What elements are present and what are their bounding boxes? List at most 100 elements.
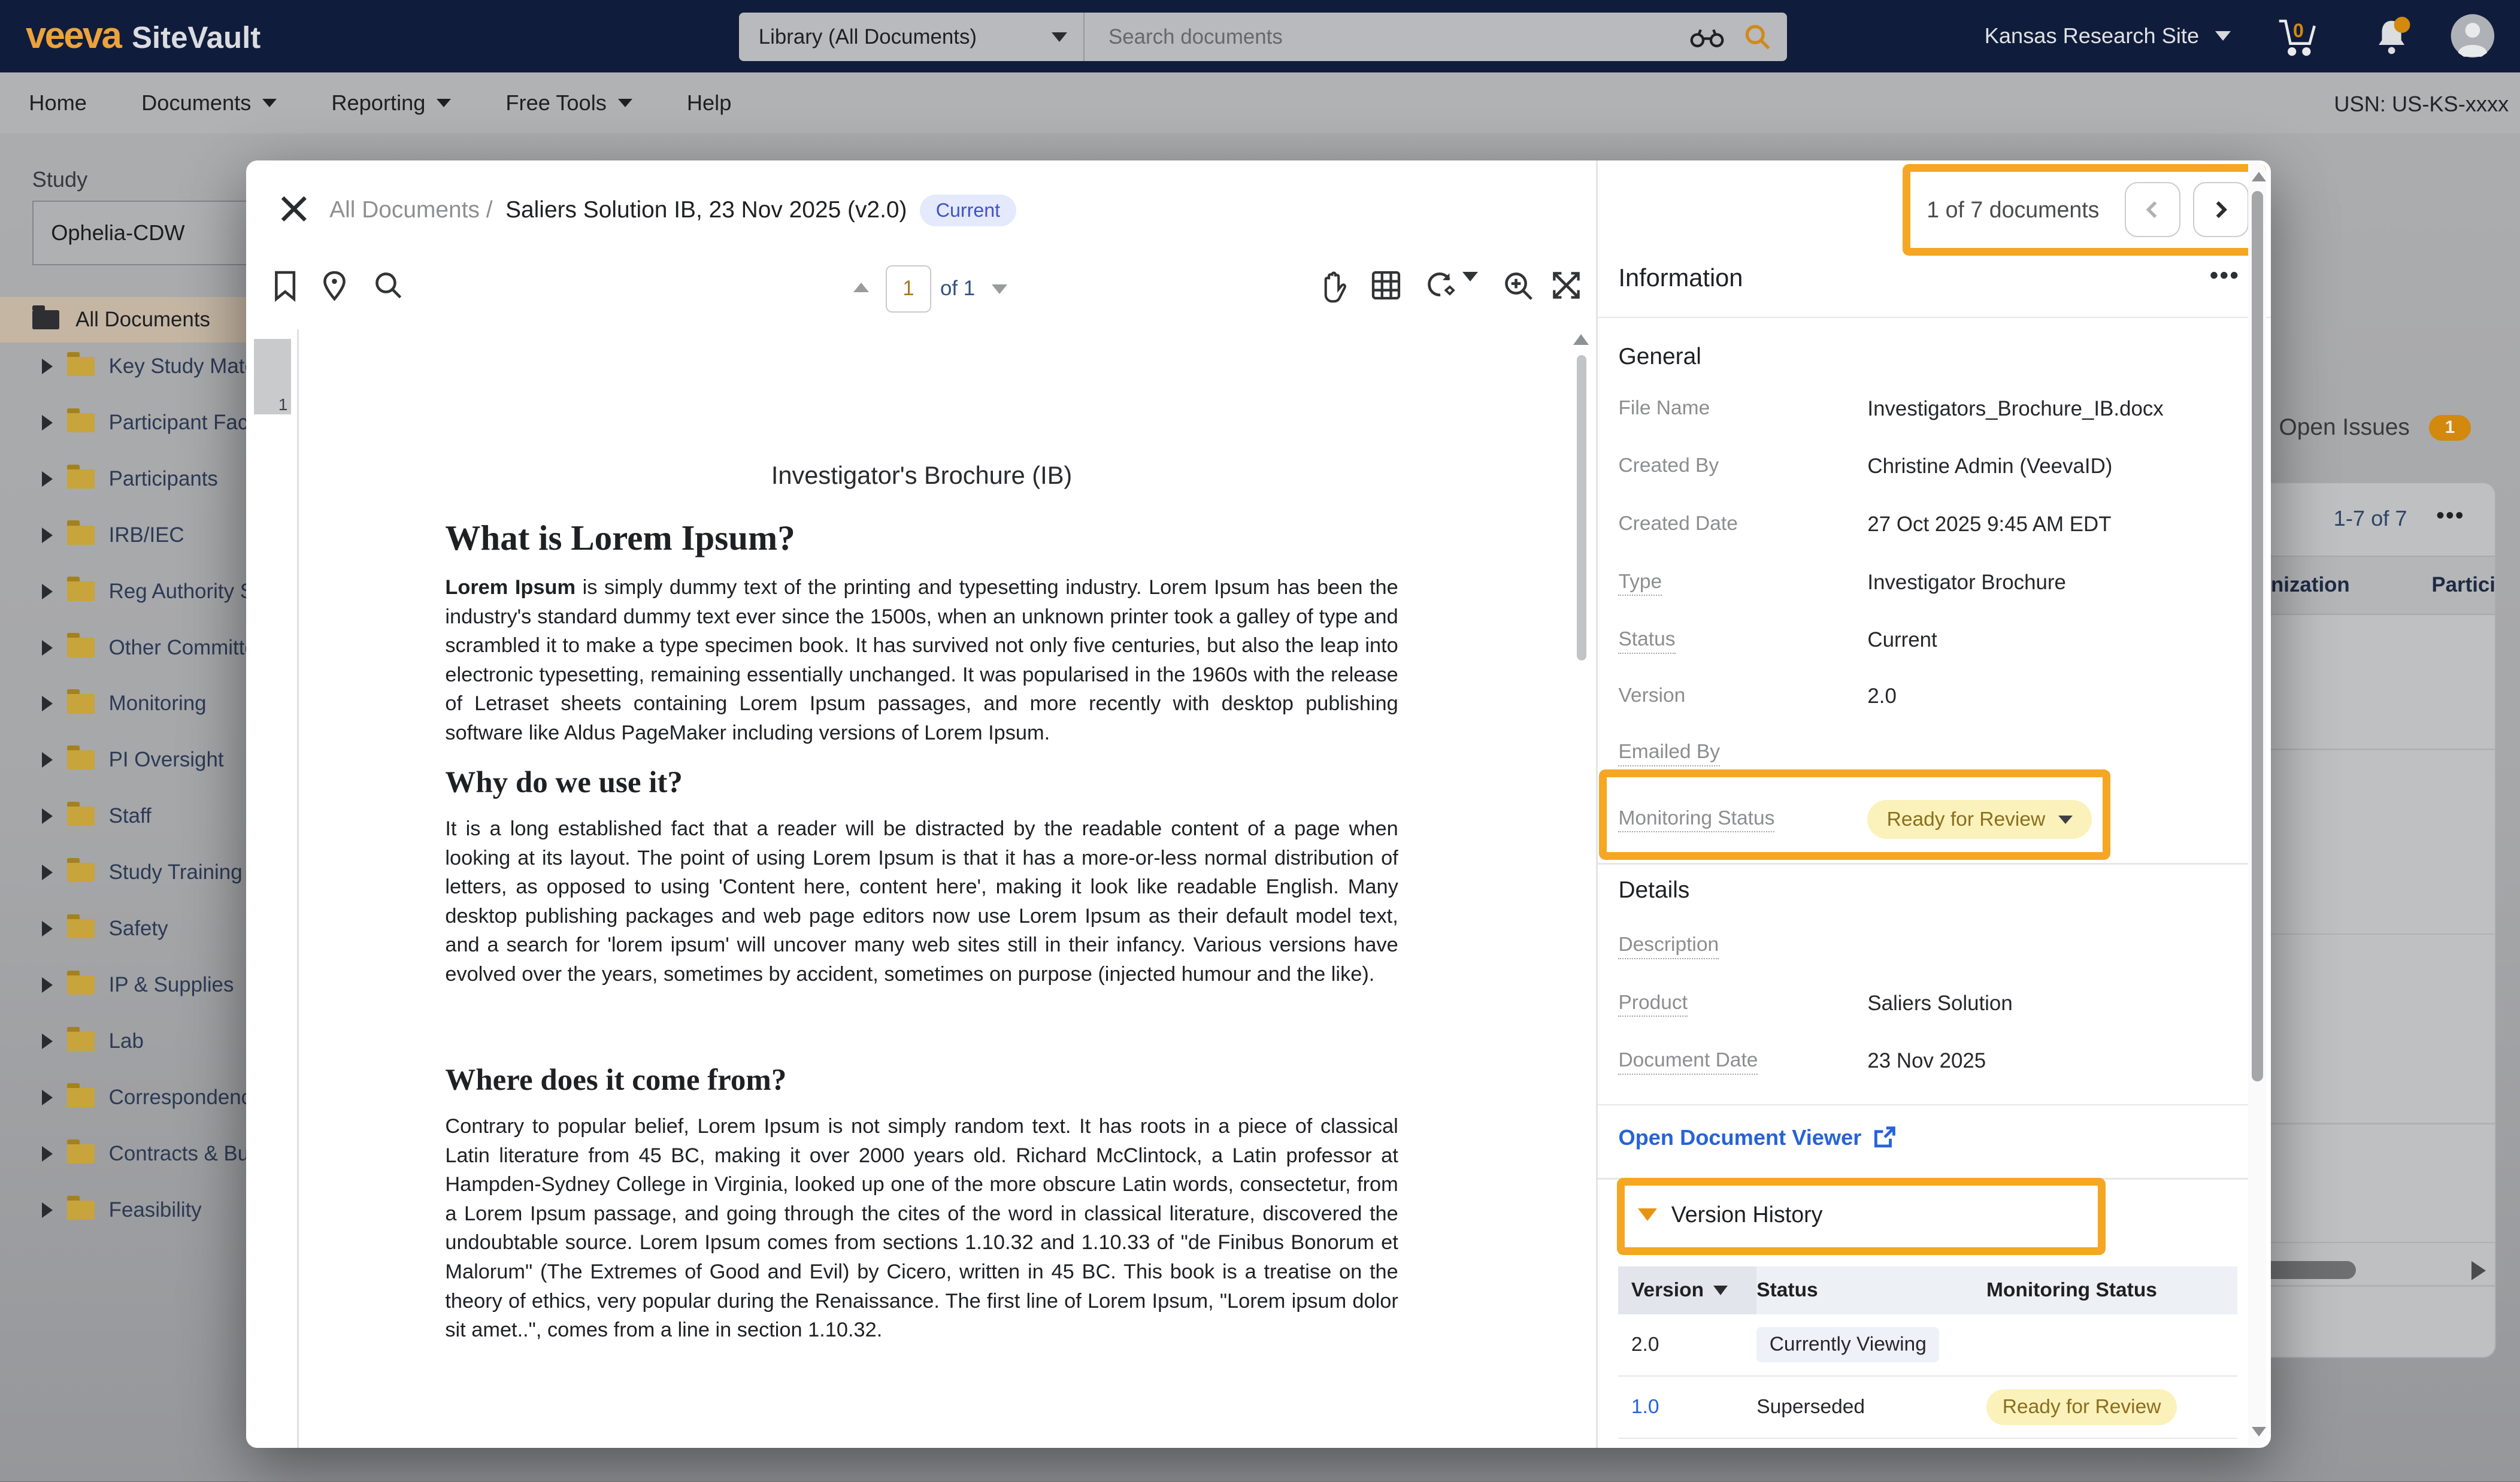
doc-scrollbar[interactable] (1577, 355, 1586, 660)
field-row: Created Date 27 Oct 2025 9:45 AM EDT (1618, 513, 2245, 537)
sidebar-folder-item[interactable]: Other Committees (0, 623, 246, 672)
field-row: Description (1618, 934, 2245, 959)
expand-caret-icon[interactable] (42, 1034, 53, 1049)
open-issues-count-badge: 1 (2429, 415, 2471, 441)
sidebar-folder-item[interactable]: Study Training (0, 848, 243, 897)
info-menu-ellipsis-icon[interactable]: ••• (2210, 262, 2240, 289)
sidebar-item-all-documents[interactable]: All Documents (0, 297, 246, 342)
nav-home[interactable]: Home (29, 90, 87, 116)
sidebar-folder-item[interactable]: Reg Authority Subm (0, 567, 246, 616)
expand-caret-icon[interactable] (42, 359, 53, 374)
cart-count: 0 (2293, 20, 2304, 41)
expand-caret-icon[interactable] (42, 471, 53, 487)
zoom-in-icon[interactable] (1503, 270, 1535, 302)
cart-icon[interactable]: 0 (2273, 11, 2321, 60)
field-label: Description (1618, 934, 1867, 959)
fullscreen-icon[interactable] (1551, 270, 1582, 301)
previous-page-icon[interactable] (853, 283, 869, 292)
expand-caret-icon[interactable] (42, 977, 53, 993)
doc-scroll-up-icon[interactable] (1573, 334, 1589, 345)
sidebar-folder-item[interactable]: Staff (0, 792, 152, 841)
page-thumbnail[interactable]: 1 (254, 339, 291, 414)
rotate-options-caret-icon[interactable] (1462, 281, 1478, 311)
expand-caret-icon[interactable] (42, 584, 53, 599)
expand-caret-icon[interactable] (42, 1146, 53, 1162)
rotate-icon[interactable] (1424, 270, 1456, 302)
scroll-down-icon[interactable] (2252, 1427, 2266, 1436)
thumbnail-grid-icon[interactable] (1371, 270, 1401, 301)
folder-label: Feasibility (109, 1198, 202, 1222)
sitevault-logo: SiteVault (132, 20, 261, 55)
nav-reporting[interactable]: Reporting (331, 90, 451, 116)
location-pin-icon[interactable] (322, 270, 347, 302)
sidebar-folder-item[interactable]: Monitoring (0, 680, 207, 728)
folder-label: IP & Supplies (109, 973, 234, 997)
sidebar-folder-item[interactable]: Correspondence (0, 1074, 246, 1122)
info-panel-scrollbar[interactable] (2248, 162, 2266, 1446)
ellipsis-icon[interactable]: ••• (2436, 502, 2465, 528)
expand-caret-icon[interactable] (42, 1090, 53, 1105)
sidebar-folder-item[interactable]: Lab (0, 1017, 144, 1066)
field-row: Document Date 23 Nov 2025 (1618, 1049, 2245, 1075)
field-value: Current (1867, 628, 1937, 654)
scrollbar-thumb[interactable] (2252, 191, 2263, 1081)
pagination-range-label: 1-7 of 7 (2334, 506, 2407, 531)
veeva-logo: veeva (26, 14, 120, 57)
sidebar-folder-item[interactable]: Participant Facing (0, 399, 246, 447)
binoculars-icon[interactable] (1689, 26, 1725, 49)
folder-icon (67, 1088, 95, 1107)
expand-caret-icon[interactable] (42, 415, 53, 431)
field-row: Version 2.0 (1618, 684, 2245, 708)
search-input[interactable] (1105, 23, 1689, 50)
sidebar-folder-item[interactable]: IP & Supplies (0, 961, 234, 1010)
next-page-icon[interactable] (992, 284, 1007, 294)
expand-caret-icon[interactable] (42, 528, 53, 543)
open-document-viewer-link[interactable]: Open Document Viewer (1618, 1125, 1897, 1150)
close-icon[interactable] (278, 193, 310, 225)
expand-caret-icon[interactable] (42, 921, 53, 937)
expand-caret-icon[interactable] (42, 1202, 53, 1218)
scroll-up-icon[interactable] (2252, 172, 2266, 181)
expand-caret-icon[interactable] (42, 640, 53, 656)
avatar[interactable] (2449, 13, 2496, 59)
notifications-bell-icon[interactable] (2369, 14, 2414, 59)
version-link[interactable]: 1.0 (1631, 1396, 1659, 1418)
column-status[interactable]: Status (1756, 1279, 1986, 1302)
sidebar-folder-item[interactable]: Key Study Materials (0, 343, 246, 391)
expand-caret-icon[interactable] (42, 696, 53, 711)
sidebar-folder-item[interactable]: Feasibility (0, 1186, 202, 1235)
nav-free-tools[interactable]: Free Tools (505, 90, 632, 116)
brand-logo[interactable]: veeva SiteVault (26, 14, 261, 57)
expand-caret-icon[interactable] (42, 808, 53, 824)
search-in-document-icon[interactable] (373, 270, 404, 301)
nav-help[interactable]: Help (687, 90, 732, 116)
column-monitoring-status[interactable]: Monitoring Status (1986, 1279, 2237, 1302)
expand-caret-icon[interactable] (42, 865, 53, 880)
next-document-button[interactable] (2193, 182, 2249, 238)
scroll-right-arrow-icon[interactable] (2471, 1261, 2486, 1280)
bookmark-icon[interactable] (273, 270, 297, 302)
sidebar-folder-item[interactable]: Contracts & Budg (0, 1130, 246, 1178)
site-selector[interactable]: Kansas Research Site (1985, 0, 2231, 72)
study-select[interactable]: Ophelia-CDW (32, 201, 274, 265)
previous-document-button[interactable] (2125, 182, 2180, 238)
field-label: File Name (1618, 397, 1867, 421)
chevron-down-icon (1052, 32, 1067, 42)
horizontal-scrollbar[interactable] (2257, 1261, 2356, 1279)
folder-label: Safety (109, 917, 168, 941)
column-version[interactable]: Version (1618, 1266, 1756, 1315)
open-document-viewer-label: Open Document Viewer (1618, 1125, 1861, 1150)
sidebar-folder-item[interactable]: Participants (0, 454, 218, 503)
breadcrumb-all-documents[interactable]: All Documents / (329, 197, 492, 223)
sidebar-folder-item[interactable]: PI Oversight (0, 736, 224, 784)
search-icon[interactable] (1744, 23, 1771, 51)
expand-caret-icon[interactable] (42, 752, 53, 768)
page-number-input[interactable]: 1 (886, 265, 931, 313)
folder-label: Lab (109, 1029, 144, 1053)
sidebar-folder-item[interactable]: Safety (0, 905, 168, 953)
nav-documents[interactable]: Documents (141, 90, 277, 116)
library-scope-dropdown[interactable]: Library (All Documents) (739, 13, 1084, 61)
pan-hand-icon[interactable] (1319, 270, 1350, 304)
sidebar-folder-item[interactable]: IRB/IEC (0, 511, 184, 559)
document-viewer-modal: All Documents / Saliers Solution IB, 23 … (246, 160, 2271, 1448)
